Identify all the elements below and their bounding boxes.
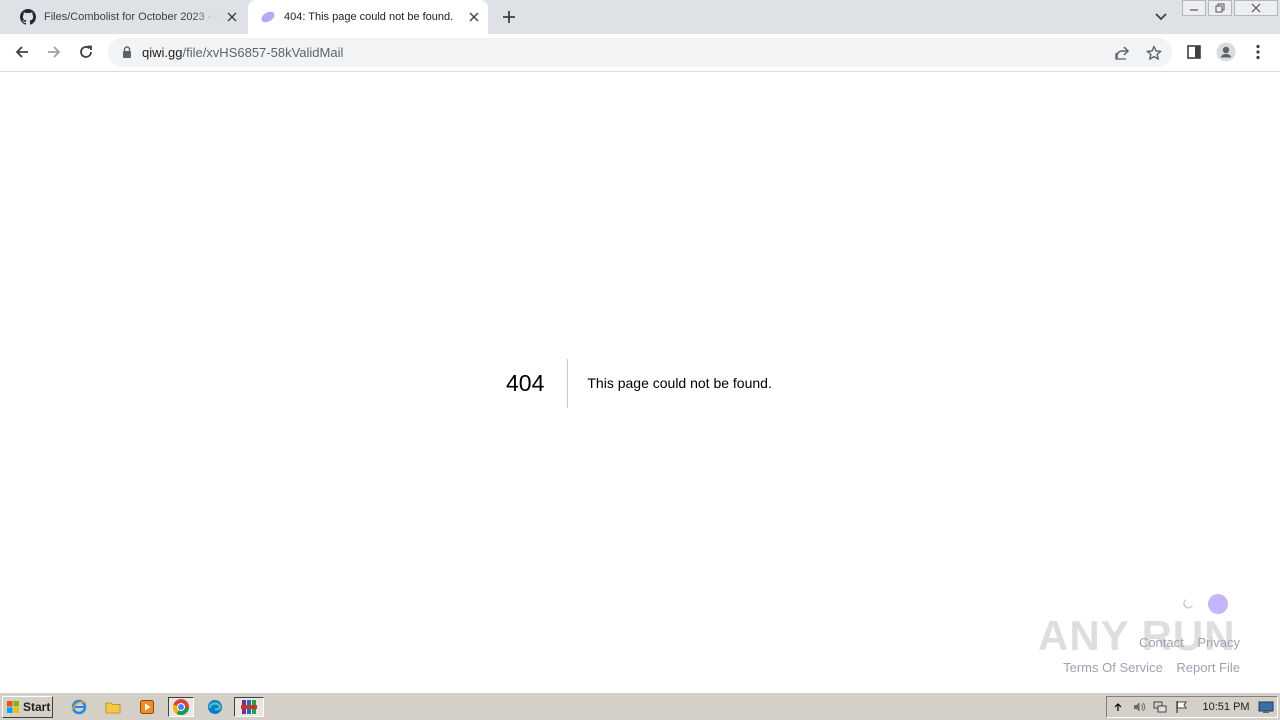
tab-404[interactable]: 404: This page could not be found. bbox=[248, 0, 488, 34]
profile-button[interactable] bbox=[1212, 38, 1240, 66]
arrow-right-icon bbox=[48, 46, 61, 58]
minimize-icon bbox=[1190, 9, 1198, 11]
profile-avatar-icon bbox=[1216, 42, 1236, 62]
close-window-button[interactable] bbox=[1234, 0, 1278, 16]
reload-icon bbox=[80, 45, 92, 58]
error-block: 404 This page could not be found. bbox=[506, 358, 772, 408]
internet-explorer-icon[interactable] bbox=[68, 697, 90, 717]
network-icon[interactable] bbox=[1150, 697, 1171, 717]
edge-icon[interactable] bbox=[204, 697, 226, 717]
contact-link[interactable]: Contact bbox=[1139, 635, 1184, 650]
winrar-icon[interactable] bbox=[234, 697, 264, 717]
page-content: 404 This page could not be found. ANY RU… bbox=[0, 72, 1280, 692]
system-tray: 10:51 PM bbox=[1106, 696, 1278, 718]
share-icon[interactable] bbox=[1111, 42, 1133, 64]
volume-icon[interactable] bbox=[1128, 697, 1149, 717]
tab-strip: Files/Combolist for October 2023 - Fr 40… bbox=[0, 0, 1280, 34]
restore-icon bbox=[1215, 3, 1225, 13]
close-icon bbox=[1251, 3, 1261, 13]
tab-close-icon[interactable] bbox=[218, 3, 246, 31]
menu-button[interactable] bbox=[1244, 38, 1272, 66]
theme-toggle[interactable] bbox=[1182, 593, 1234, 615]
url-host: qiwi.gg bbox=[142, 45, 183, 60]
start-button[interactable]: Start bbox=[2, 696, 53, 718]
terms-link[interactable]: Terms Of Service bbox=[1063, 660, 1163, 675]
error-code: 404 bbox=[506, 370, 545, 396]
taskbar: Start 10:51 PM bbox=[0, 692, 1280, 720]
plus-icon bbox=[503, 11, 515, 23]
back-button[interactable] bbox=[8, 38, 36, 66]
lock-icon bbox=[123, 46, 131, 58]
new-tab-button[interactable] bbox=[496, 4, 522, 30]
footer-links: Contact Privacy Terms Of Service Report … bbox=[1053, 630, 1240, 680]
qiwi-favicon-icon bbox=[260, 9, 276, 25]
side-panel-button[interactable] bbox=[1180, 38, 1208, 66]
forward-button[interactable] bbox=[40, 38, 68, 66]
error-message: This page could not be found. bbox=[587, 375, 772, 391]
tab-title: 404: This page could not be found. bbox=[284, 11, 454, 23]
restore-button[interactable] bbox=[1208, 0, 1232, 16]
privacy-link[interactable]: Privacy bbox=[1197, 635, 1240, 650]
show-desktop-icon[interactable] bbox=[1256, 697, 1277, 717]
tab-close-icon[interactable] bbox=[460, 3, 488, 31]
address-bar[interactable]: qiwi.gg/file/xvHS6857-58kValidMail bbox=[108, 38, 1172, 67]
tab-github[interactable]: Files/Combolist for October 2023 - Fr bbox=[8, 0, 246, 34]
start-label: Start bbox=[23, 700, 51, 714]
file-explorer-icon[interactable] bbox=[102, 697, 124, 717]
side-panel-icon bbox=[1187, 45, 1201, 59]
tab-search-button[interactable] bbox=[1150, 6, 1172, 28]
toggle-knob bbox=[1208, 594, 1228, 614]
url-text[interactable]: qiwi.gg/file/xvHS6857-58kValidMail bbox=[142, 45, 343, 60]
tray-expand-icon[interactable] bbox=[1107, 697, 1128, 717]
reload-button[interactable] bbox=[72, 38, 100, 66]
bookmark-star-icon[interactable] bbox=[1143, 42, 1165, 64]
browser-toolbar: qiwi.gg/file/xvHS6857-58kValidMail bbox=[0, 34, 1280, 72]
window-controls bbox=[1182, 0, 1280, 18]
media-player-icon[interactable] bbox=[136, 697, 158, 717]
moon-icon bbox=[1183, 599, 1193, 609]
clock[interactable]: 10:51 PM bbox=[1203, 701, 1250, 713]
chrome-taskbar-icon[interactable] bbox=[168, 697, 194, 717]
action-center-flag-icon[interactable] bbox=[1171, 697, 1192, 717]
report-file-link[interactable]: Report File bbox=[1176, 660, 1240, 675]
url-path: /file/xvHS6857-58kValidMail bbox=[182, 45, 344, 60]
github-icon bbox=[20, 9, 36, 25]
chevron-down-icon bbox=[1155, 13, 1167, 21]
minimize-button[interactable] bbox=[1182, 0, 1206, 16]
kebab-menu-icon bbox=[1256, 44, 1260, 60]
arrow-left-icon bbox=[15, 46, 28, 58]
tab-title: Files/Combolist for October 2023 - Fr bbox=[44, 11, 218, 23]
windows-flag-icon bbox=[7, 701, 19, 713]
